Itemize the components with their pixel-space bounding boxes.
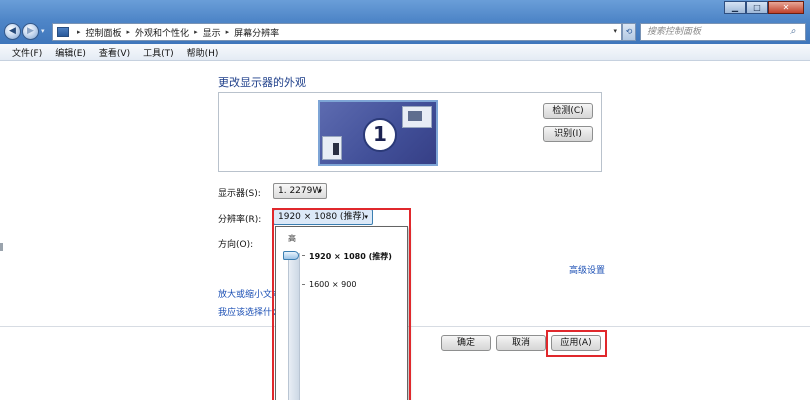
resolution-label: 分辨率(R): <box>218 215 262 225</box>
page-title: 更改显示器的外观 <box>218 76 306 89</box>
identify-button[interactable]: 识别(I) <box>543 126 593 142</box>
breadcrumb-separator-icon[interactable]: ▸ <box>226 28 230 36</box>
window-thumbnail-icon <box>322 136 342 160</box>
forward-button[interactable]: ▶ <box>22 23 39 40</box>
breadcrumb-item-screen-resolution[interactable]: 屏幕分辨率 <box>234 26 279 39</box>
search-placeholder: 搜索控制面板 <box>647 27 702 37</box>
advanced-settings-link[interactable]: 高级设置 <box>569 263 605 276</box>
breadcrumb-separator-icon[interactable]: ▸ <box>77 28 81 36</box>
maximize-button[interactable]: □ <box>746 1 768 14</box>
breadcrumb-item-control-panel[interactable]: 控制面板 <box>86 26 122 39</box>
display-label: 显示器(S): <box>218 189 261 199</box>
monitor-number-badge: 1 <box>363 118 397 152</box>
detect-button[interactable]: 检测(C) <box>543 103 593 119</box>
menu-help[interactable]: 帮助(H) <box>187 46 219 59</box>
cancel-button[interactable]: 取消 <box>496 335 546 351</box>
chevron-down-icon: ▾ <box>318 187 322 195</box>
breadcrumb-item-display[interactable]: 显示 <box>203 26 221 39</box>
recent-pages-chevron-icon[interactable]: ▾ <box>41 27 45 35</box>
display-select-value: 1. 2279W <box>278 186 322 196</box>
menu-bar: 文件(F) 编辑(E) 查看(V) 工具(T) 帮助(H) <box>0 44 810 61</box>
search-input[interactable]: 搜索控制面板 ⌕ <box>640 23 806 41</box>
ok-button[interactable]: 确定 <box>441 335 491 351</box>
refresh-button[interactable]: ⟲ <box>622 23 636 41</box>
control-panel-icon <box>57 27 69 37</box>
menu-tools[interactable]: 工具(T) <box>143 46 174 59</box>
resolution-highlight-box <box>272 208 411 400</box>
minimize-button[interactable]: ▁ <box>724 1 746 14</box>
breadcrumb-separator-icon[interactable]: ▸ <box>127 28 131 36</box>
address-bar[interactable]: ▸ 控制面板 ▸ 外观和个性化 ▸ 显示 ▸ 屏幕分辨率 ▾ <box>52 23 622 41</box>
window-thumbnail-icon <box>402 106 432 128</box>
back-button[interactable]: ◀ <box>4 23 21 40</box>
window-controls: ▁ □ ✕ <box>724 1 804 14</box>
close-button[interactable]: ✕ <box>768 1 804 14</box>
window-edge-grip <box>0 243 3 251</box>
menu-view[interactable]: 查看(V) <box>99 46 130 59</box>
apply-highlight-box <box>546 330 607 357</box>
monitor-1-preview[interactable]: 1 <box>318 100 438 166</box>
display-select[interactable]: 1. 2279W ▾ <box>273 183 327 199</box>
title-bar: ▁ □ ✕ ◀ ▶ ▾ ▸ 控制面板 ▸ 外观和个性化 ▸ 显示 ▸ 屏幕分辨率… <box>0 0 810 44</box>
breadcrumb-separator-icon[interactable]: ▸ <box>194 28 198 36</box>
address-dropdown-icon[interactable]: ▾ <box>613 27 617 35</box>
search-icon[interactable]: ⌕ <box>790 26 801 37</box>
menu-file[interactable]: 文件(F) <box>12 46 42 59</box>
breadcrumb-item-appearance[interactable]: 外观和个性化 <box>135 26 189 39</box>
orientation-label: 方向(O): <box>218 240 254 250</box>
menu-edit[interactable]: 编辑(E) <box>55 46 86 59</box>
